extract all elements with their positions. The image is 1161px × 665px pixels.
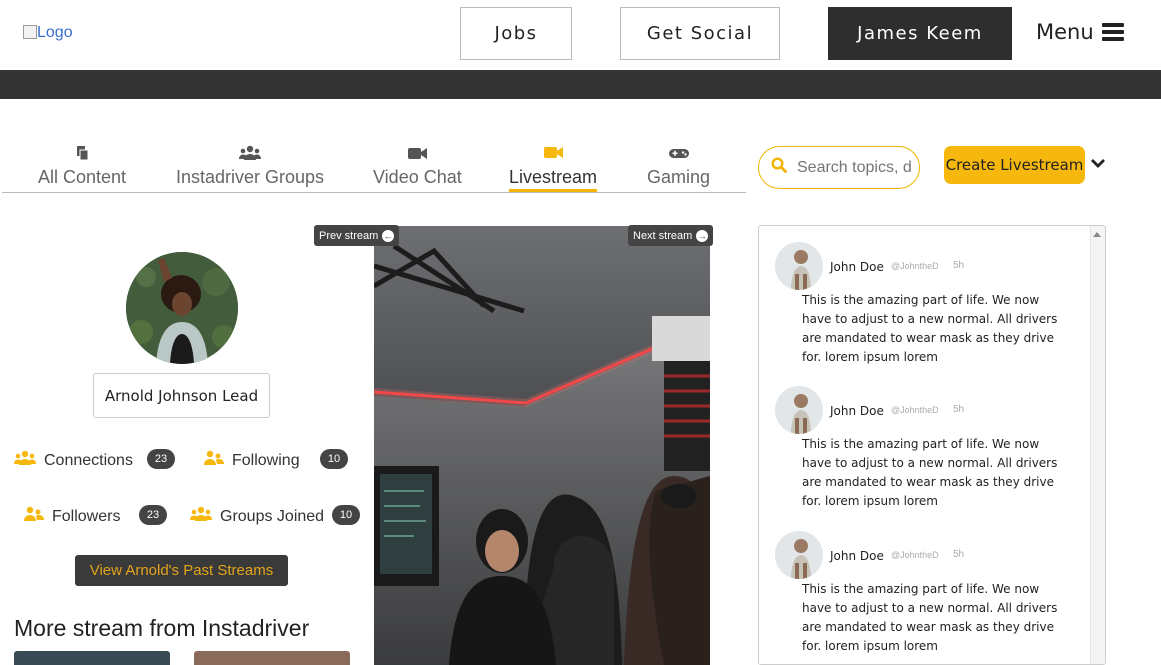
next-stream-label: Next stream	[633, 229, 693, 242]
post-handle: @JohntheD	[891, 550, 939, 560]
post-text: This is the amazing part of life. We now…	[802, 582, 1058, 653]
followers-count-badge: 23	[139, 505, 167, 525]
profile-name: Arnold Johnson Lead	[93, 373, 270, 418]
gamepad-icon	[647, 145, 710, 165]
scroll-up-arrow-icon[interactable]	[1093, 232, 1101, 237]
post-author[interactable]: John Doe	[830, 404, 884, 418]
tab-video-chat[interactable]: Video Chat	[373, 145, 462, 188]
post-handle: @JohntheD	[891, 261, 939, 271]
menu-label: Menu	[1036, 20, 1094, 44]
files-icon	[38, 145, 126, 165]
header-band	[0, 70, 1161, 99]
post-text: This is the amazing part of life. We now…	[802, 437, 1058, 508]
video-camera-icon	[373, 145, 462, 165]
post-author[interactable]: John Doe	[830, 260, 884, 274]
tab-label: Instadriver Groups	[176, 167, 325, 187]
create-livestream-button[interactable]: Create Livestream	[944, 146, 1085, 184]
tab-all-content[interactable]: All Content	[38, 145, 126, 188]
hamburger-icon	[1101, 20, 1124, 44]
user-account-button[interactable]: James Keem	[828, 7, 1012, 60]
more-streams-heading: More stream from Instadriver	[14, 615, 310, 641]
tab-label: Gaming	[647, 167, 711, 187]
post-time: 5h	[953, 404, 965, 415]
feed-scrollbar[interactable]	[1090, 226, 1105, 664]
users-icon	[176, 145, 324, 165]
comment-feed[interactable]: John Doe @JohntheD 5h This is the amazin…	[758, 225, 1106, 665]
users-icon	[202, 450, 224, 471]
tab-label: Video Chat	[373, 167, 462, 187]
following-count-badge: 10	[320, 449, 348, 469]
menu-button[interactable]: Menu	[1036, 20, 1124, 44]
tab-livestream[interactable]: Livestream	[509, 145, 598, 192]
livestream-video[interactable]	[374, 226, 710, 665]
video-camera-icon	[509, 145, 597, 165]
logo-alt-text: Logo	[37, 24, 73, 41]
post-avatar	[775, 242, 823, 290]
tab-label: All Content	[38, 167, 127, 187]
prev-stream-label: Prev stream	[319, 229, 379, 242]
users-icon	[14, 450, 36, 471]
post-author[interactable]: John Doe	[830, 549, 884, 563]
tab-instadriver-groups[interactable]: Instadriver Groups	[176, 145, 324, 188]
profile-avatar	[126, 252, 238, 364]
tab-label: Livestream	[509, 167, 598, 192]
arrow-left-icon: ←	[382, 229, 395, 242]
stat-following[interactable]: Following	[202, 450, 300, 471]
stat-followers[interactable]: Followers	[22, 506, 120, 527]
post-avatar	[775, 531, 823, 579]
search-box[interactable]	[758, 146, 920, 189]
search-icon	[771, 157, 787, 178]
stream-thumbnail[interactable]	[194, 651, 350, 665]
broken-image-icon	[23, 25, 37, 39]
chevron-down-icon[interactable]	[1090, 156, 1106, 174]
connections-count-badge: 23	[147, 449, 175, 469]
tab-gaming[interactable]: Gaming	[647, 145, 710, 188]
arrow-right-icon: →	[696, 229, 709, 242]
prev-stream-button[interactable]: Prev stream ←	[314, 225, 400, 246]
top-navbar: Logo Jobs Get Social James Keem Menu	[0, 0, 1161, 70]
groups-count-badge: 10	[332, 505, 360, 525]
next-stream-button[interactable]: Next stream →	[628, 225, 714, 246]
get-social-button[interactable]: Get Social	[620, 7, 780, 60]
view-past-streams-button[interactable]: View Arnold's Past Streams	[75, 555, 288, 586]
post-time: 5h	[953, 549, 965, 560]
content-tabs: All Content Instadriver Groups Video Cha…	[2, 145, 746, 193]
post-handle: @JohntheD	[891, 405, 939, 415]
stat-label: Followers	[52, 507, 121, 525]
jobs-button[interactable]: Jobs	[460, 7, 572, 60]
post-time: 5h	[953, 260, 965, 271]
search-input[interactable]	[797, 158, 917, 177]
users-icon	[190, 506, 212, 527]
stat-label: Connections	[44, 451, 133, 469]
post-text: This is the amazing part of life. We now…	[802, 293, 1058, 364]
stream-thumbnail[interactable]	[14, 651, 170, 665]
stat-label: Following	[232, 451, 300, 469]
logo-link[interactable]: Logo	[23, 24, 73, 42]
stat-connections[interactable]: Connections	[14, 450, 133, 471]
post-avatar	[775, 386, 823, 434]
stat-groups-joined[interactable]: Groups Joined	[190, 506, 324, 527]
stat-label: Groups Joined	[220, 507, 325, 525]
users-icon	[22, 506, 44, 527]
